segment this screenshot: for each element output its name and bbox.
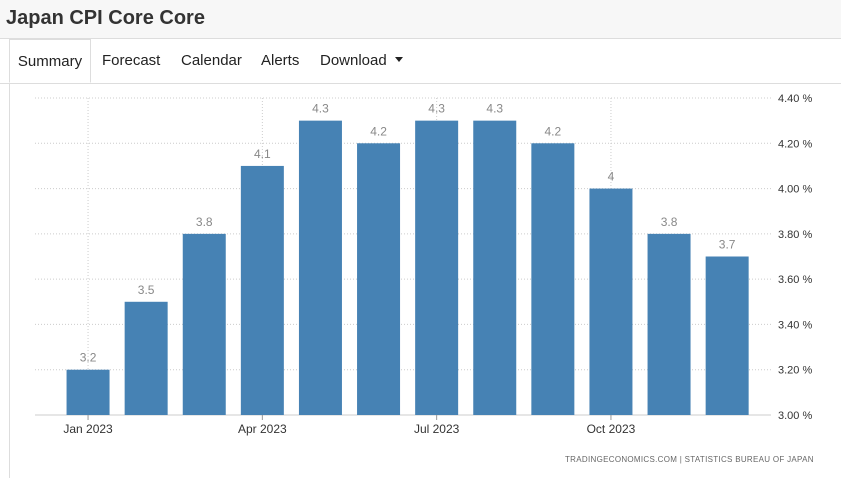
x-tick-label: Jan 2023 [63, 422, 113, 436]
data-label: 3.8 [196, 215, 213, 229]
data-label: 3.5 [138, 283, 155, 297]
tab-bar: Summary Forecast Calendar Alerts Downloa… [0, 39, 841, 84]
bar [647, 233, 691, 415]
bar-chart: 3.00 % 3.20 % 3.40 % 3.60 % 3.80 % 4.00 % 4.20… [35, 93, 812, 436]
bar [705, 256, 749, 415]
source-credit: TRADINGECONOMICS.COM | STATISTICS BUREAU… [565, 455, 814, 464]
data-label: 4.1 [254, 147, 271, 161]
bar [473, 120, 517, 415]
data-label: 4.3 [486, 102, 503, 116]
y-tick-label: 3.80 % [778, 229, 812, 241]
tab-summary[interactable]: Summary [9, 39, 91, 83]
bar [240, 165, 284, 415]
data-label: 4.3 [428, 102, 445, 116]
bar [531, 143, 575, 415]
x-tick-label: Jul 2023 [414, 422, 460, 436]
y-tick-label: 4.20 % [778, 138, 812, 150]
title-bar: Japan CPI Core Core [0, 0, 841, 39]
bar [589, 188, 633, 415]
data-label: 3.2 [80, 351, 97, 365]
tab-download[interactable]: Download [320, 39, 403, 83]
tab-calendar[interactable]: Calendar [181, 39, 242, 83]
y-tick-label: 3.40 % [778, 319, 812, 331]
data-label: 4.2 [370, 124, 387, 138]
bar [298, 120, 342, 415]
data-label: 4 [608, 170, 615, 184]
tab-download-label: Download [320, 52, 387, 69]
x-tick-label: Oct 2023 [587, 422, 636, 436]
y-tick-label: 4.00 % [778, 184, 812, 196]
data-label: 3.8 [661, 215, 678, 229]
bar [124, 301, 168, 415]
bar [182, 233, 226, 415]
y-tick-label: 4.40 % [778, 93, 812, 105]
tab-alerts[interactable]: Alerts [261, 39, 299, 83]
x-tick-label: Apr 2023 [238, 422, 287, 436]
tab-forecast[interactable]: Forecast [102, 39, 160, 83]
page-title: Japan CPI Core Core [6, 7, 205, 29]
y-tick-label: 3.60 % [778, 274, 812, 286]
data-label: 3.7 [719, 238, 736, 252]
bar [415, 120, 459, 415]
y-tick-label: 3.20 % [778, 365, 812, 377]
data-label: 4.2 [545, 124, 562, 138]
y-tick-label: 3.00 % [778, 410, 812, 422]
bar [357, 143, 401, 415]
caret-down-icon [394, 56, 403, 62]
data-label: 4.3 [312, 102, 329, 116]
bar [66, 369, 110, 415]
